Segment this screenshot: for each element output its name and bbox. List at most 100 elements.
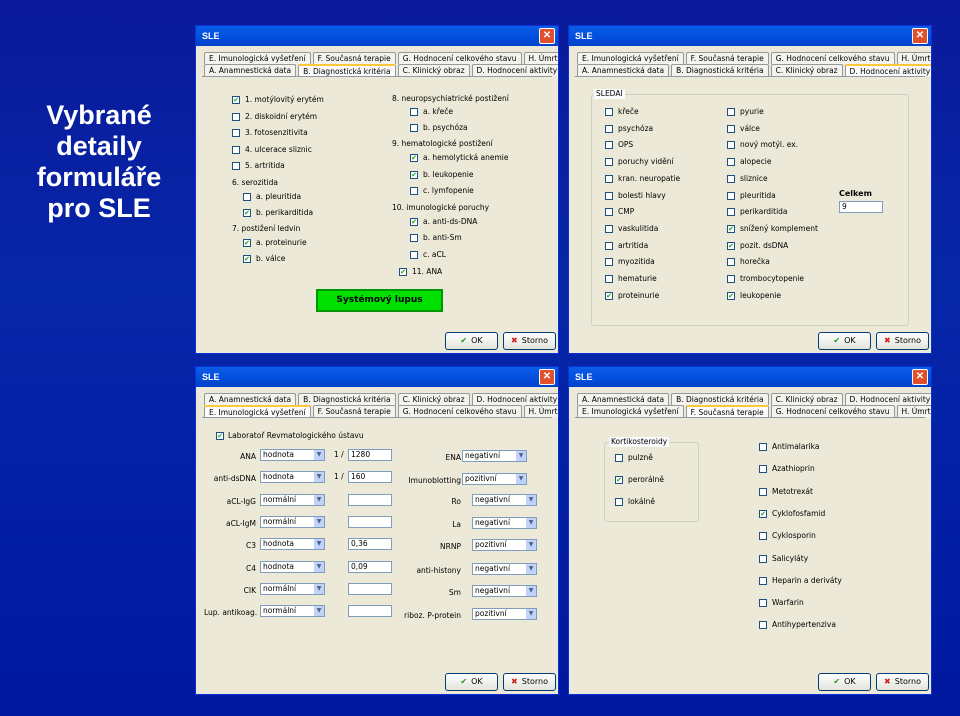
lab-row-select[interactable]: normální ▼ [260, 582, 325, 595]
tab-umrti[interactable]: H. Úmrtí [523, 405, 558, 417]
sledai-item-checkbox[interactable]: ✔ [727, 291, 735, 300]
tab-anamnesticka[interactable]: A. Anamnestická data [577, 393, 670, 405]
celkem-field[interactable]: 9 [839, 201, 883, 213]
tab-hodnoceni[interactable]: G. Hodnocení celkového stavu [770, 52, 895, 64]
criterion-checkbox[interactable]: ✔ [243, 239, 251, 247]
sledai-item-checkbox[interactable] [605, 124, 613, 133]
criterion-checkbox[interactable] [232, 162, 240, 171]
sledai-item-checkbox[interactable]: ✔ [727, 241, 735, 250]
close-icon[interactable]: ✕ [912, 369, 928, 385]
tab-imunologicka[interactable]: E. Imunologická vyšetření [577, 405, 684, 417]
tab-diagnosticka[interactable]: B. Diagnostická kritéria [298, 393, 396, 405]
lab-row-select[interactable]: hodnota ▼ [260, 560, 325, 573]
close-icon[interactable]: ✕ [539, 369, 555, 385]
lab-row-select[interactable]: hodnota ▼ [260, 471, 325, 484]
chevron-down-icon[interactable]: ▼ [314, 606, 324, 617]
chevron-down-icon[interactable]: ▼ [526, 540, 536, 550]
tab-diagnosticka[interactable]: B. Diagnostická kritéria [671, 393, 769, 405]
tab-hodnoceni[interactable]: G. Hodnocení celkového stavu [397, 405, 522, 417]
sledai-item-checkbox[interactable] [605, 158, 613, 167]
sledai-item-checkbox[interactable] [727, 191, 735, 200]
tab-anamnesticka[interactable]: A. Anamnestická data [577, 64, 670, 76]
lab-row-value[interactable] [348, 515, 392, 528]
chevron-down-icon[interactable]: ▼ [314, 472, 324, 483]
sledai-item-checkbox[interactable] [605, 224, 613, 233]
tab-umrti[interactable]: H. Úmrtí [896, 405, 931, 417]
close-icon[interactable]: ✕ [912, 28, 928, 44]
drug-checkbox[interactable] [759, 443, 767, 451]
tab-anamnesticka[interactable]: A. Anamnestická data [204, 64, 297, 76]
ok-button[interactable]: ✔ OK [445, 332, 498, 350]
tab-umrti[interactable]: H. Úmrtí [523, 52, 558, 64]
result-button[interactable]: Systémový lupus [316, 289, 443, 312]
drug-checkbox[interactable] [759, 465, 767, 474]
drug-checkbox[interactable] [759, 487, 767, 496]
lab-row-value[interactable]: 1280 [348, 449, 392, 461]
criterion-checkbox[interactable]: ✔ [232, 96, 240, 104]
immuno-row-select[interactable]: negativní ▼ [472, 563, 537, 575]
kortikosteroid-checkbox[interactable]: ✔ [615, 476, 623, 484]
sledai-item-checkbox[interactable]: ✔ [727, 224, 735, 233]
chevron-down-icon[interactable]: ▼ [516, 474, 526, 484]
sledai-item-checkbox[interactable] [605, 275, 613, 283]
tab-umrti[interactable]: H. Úmrtí [896, 52, 931, 64]
drug-checkbox[interactable] [759, 554, 767, 563]
tab-terapie[interactable]: F. Současná terapie [685, 52, 769, 64]
immuno-row-select[interactable]: negativní ▼ [472, 494, 537, 506]
criterion-checkbox[interactable] [410, 108, 418, 116]
tab-klinicky[interactable]: C. Klinický obraz [770, 64, 843, 76]
chevron-down-icon[interactable]: ▼ [516, 451, 526, 461]
drug-checkbox[interactable] [759, 599, 767, 608]
tab-aktivita[interactable]: D. Hodnocení aktivity SLE [844, 64, 931, 76]
drug-checkbox[interactable]: ✔ [759, 509, 767, 518]
criterion-checkbox[interactable]: ✔ [410, 170, 418, 179]
tab-diagnosticka[interactable]: B. Diagnostická kritéria [298, 64, 396, 76]
ok-button[interactable]: ✔ OK [818, 673, 871, 691]
criterion-checkbox[interactable]: ✔ [410, 217, 418, 226]
sledai-item-checkbox[interactable] [727, 275, 735, 283]
chevron-down-icon[interactable]: ▼ [314, 494, 324, 505]
lab-row-value[interactable]: 160 [348, 471, 392, 484]
tab-klinicky[interactable]: C. Klinický obraz [397, 393, 470, 405]
criterion-checkbox[interactable] [410, 187, 418, 195]
lab-row-value[interactable] [348, 582, 392, 595]
criterion-checkbox[interactable] [232, 112, 240, 121]
tab-diagnosticka[interactable]: B. Diagnostická kritéria [671, 64, 769, 76]
tab-anamnesticka[interactable]: A. Anamnestická data [204, 393, 297, 405]
kortikosteroid-checkbox[interactable] [615, 498, 623, 506]
lab-row-select[interactable]: normální ▼ [260, 515, 325, 528]
cancel-button[interactable]: ✖ Storno [503, 673, 556, 691]
cancel-button[interactable]: ✖ Storno [876, 332, 929, 350]
criterion-checkbox[interactable] [232, 145, 240, 154]
lab-row-select[interactable]: hodnota ▼ [260, 449, 325, 461]
tab-hodnoceni[interactable]: G. Hodnocení celkového stavu [770, 405, 895, 417]
criterion-checkbox[interactable]: ✔ [399, 268, 407, 276]
sledai-item-checkbox[interactable] [727, 141, 735, 150]
criterion-checkbox[interactable]: ✔ [243, 209, 251, 217]
tab-terapie[interactable]: F. Současná terapie [312, 52, 396, 64]
tab-imunologicka[interactable]: E. Imunologická vyšetření [204, 405, 311, 417]
immuno-row-select[interactable]: negativní ▼ [472, 585, 537, 597]
tab-aktivita[interactable]: D. Hodnocení aktivity SLE [471, 64, 558, 76]
sledai-item-checkbox[interactable] [727, 174, 735, 183]
sledai-item-checkbox[interactable] [727, 108, 735, 116]
lab-row-select[interactable]: normální ▼ [260, 605, 325, 618]
chevron-down-icon[interactable]: ▼ [526, 564, 536, 574]
cancel-button[interactable]: ✖ Storno [876, 673, 929, 691]
kortikosteroid-checkbox[interactable] [615, 454, 623, 462]
close-icon[interactable]: ✕ [539, 28, 555, 44]
chevron-down-icon[interactable]: ▼ [314, 583, 324, 594]
sledai-item-checkbox[interactable] [605, 258, 613, 267]
tab-terapie[interactable]: F. Současná terapie [312, 405, 396, 417]
tab-aktivita[interactable]: D. Hodnocení aktivity SLE [471, 393, 558, 405]
tab-klinicky[interactable]: C. Klinický obraz [770, 393, 843, 405]
sledai-item-checkbox[interactable] [727, 258, 735, 267]
lab-row-select[interactable]: hodnota ▼ [260, 538, 325, 551]
sledai-item-checkbox[interactable]: ✔ [605, 291, 613, 300]
lab-row-select[interactable]: normální ▼ [260, 493, 325, 506]
tab-terapie[interactable]: F. Současná terapie [685, 405, 769, 417]
cancel-button[interactable]: ✖ Storno [503, 332, 556, 350]
sledai-item-checkbox[interactable] [605, 141, 613, 150]
chevron-down-icon[interactable]: ▼ [526, 609, 536, 619]
tab-imunologicka[interactable]: E. Imunologická vyšetření [204, 52, 311, 64]
